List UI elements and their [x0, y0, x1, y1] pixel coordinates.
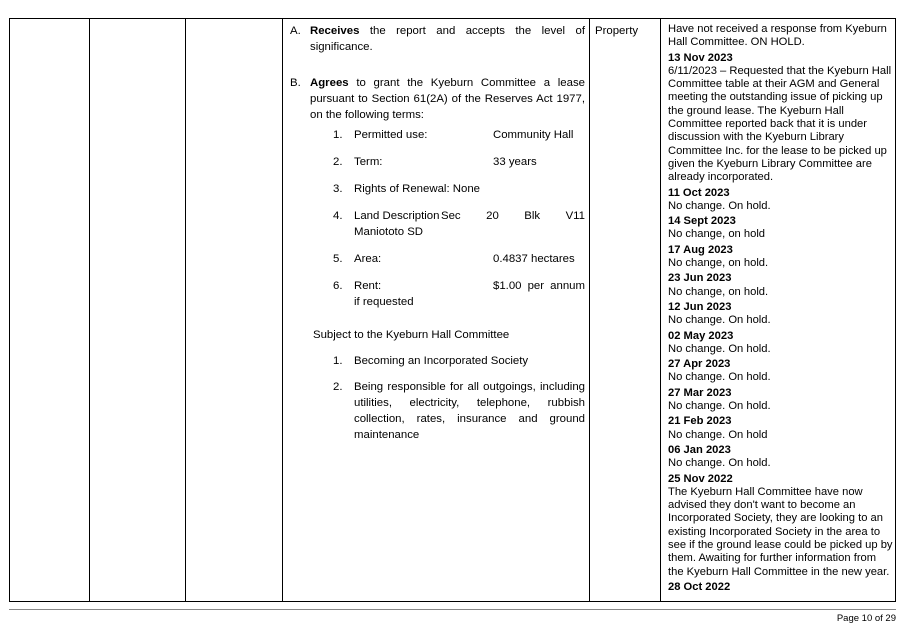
condition-text: Becoming an Incorporated Society: [354, 355, 529, 367]
status-entry-date: 02 May 2023: [668, 329, 734, 342]
term-number: 3.: [333, 183, 343, 195]
status-entry-text: No change, on hold.: [668, 285, 769, 298]
column-divider: [185, 19, 186, 601]
status-entry-text: No change. On hold.: [668, 371, 771, 384]
column-divider: [89, 19, 90, 601]
status-entry: 06 Jan 2023 No change. On hold.: [668, 444, 894, 471]
status-entry-date: 06 Jan 2023: [668, 443, 731, 456]
term-number: 6.: [333, 280, 343, 292]
status-entry-text: No change. On hold.: [668, 400, 771, 413]
status-entry: 23 Jun 2023 No change, on hold.: [668, 272, 894, 299]
status-entry-text: No change. On hold.: [668, 457, 771, 470]
term-label: Land Description: [354, 210, 440, 222]
status-entry-text: No change, on hold.: [668, 257, 769, 270]
item-b-text: Agrees to grant the Kyeburn Committee a …: [310, 75, 585, 123]
status-entry-date: 11 Oct 2023: [668, 186, 730, 199]
term-number: 1.: [333, 129, 343, 141]
term-value: Community Hall: [493, 129, 574, 141]
term-label-continued: if requested: [354, 296, 414, 308]
status-entry-text: 6/11/2023 – Requested that the Kyeburn H…: [668, 64, 892, 184]
status-entry: 12 Jun 2023 No change. On hold.: [668, 301, 894, 328]
column-divider: [589, 19, 590, 601]
footer-rule: [9, 609, 896, 610]
category-cell: Property: [595, 25, 639, 37]
condition-text: Being responsible for all outgoings, inc…: [354, 381, 585, 441]
status-entry: 27 Mar 2023 No change. On hold.: [668, 387, 894, 414]
status-entry-date: 27 Mar 2023: [668, 386, 732, 399]
status-entry-text: No change. On hold.: [668, 314, 771, 327]
status-entry-date: 23 Jun 2023: [668, 272, 732, 285]
item-a-bold: Receives: [310, 25, 360, 37]
status-entry-date: 21 Feb 2023: [668, 415, 732, 428]
column-divider: [282, 19, 283, 601]
page-number: Page 10 of 29: [836, 613, 896, 624]
status-entry-date: 25 Nov 2022: [668, 472, 733, 485]
term-number: 5.: [333, 253, 343, 265]
term-value: 0.4837 hectares: [493, 253, 575, 265]
column-divider: [660, 19, 661, 601]
item-a-tag: A.: [290, 25, 301, 37]
status-entry: 21 Feb 2023 No change. On hold: [668, 415, 894, 442]
term-number: 4.: [333, 210, 343, 222]
status-entry-date: 14 Sept 2023: [668, 215, 736, 228]
status-entry-text: No change. On hold.: [668, 199, 771, 212]
item-b-tag: B.: [290, 77, 301, 89]
status-entry: 14 Sept 2023 No change, on hold: [668, 215, 894, 242]
term-label: Term:: [354, 156, 383, 168]
status-entry-text: The Kyeburn Hall Committee have now advi…: [668, 485, 893, 578]
subject-intro: Subject to the Kyeburn Hall Committee: [313, 329, 510, 341]
status-entry: 02 May 2023 No change. On hold.: [668, 330, 894, 357]
term-label: Rent:: [354, 280, 382, 292]
status-entry-date: 17 Aug 2023: [668, 243, 733, 256]
term-value: Sec 20 Blk V11: [441, 210, 585, 222]
item-b-rest: to grant the Kyeburn Committee a lease p…: [310, 77, 585, 121]
term-label: Permitted use:: [354, 129, 428, 141]
condition-number: 1.: [333, 355, 343, 367]
status-entry: 25 Nov 2022 The Kyeburn Hall Committee ha…: [668, 473, 894, 579]
status-entry-text: No change. On hold: [668, 428, 768, 441]
term-label: Rights of Renewal: None: [354, 183, 480, 195]
status-entry-date: 27 Apr 2023: [668, 358, 731, 371]
status-entry: 28 Oct 2022: [668, 581, 894, 594]
item-a-text: Receives the report and accepts the leve…: [310, 23, 585, 55]
status-entry-text: No change. On hold.: [668, 342, 771, 355]
term-label-continued: Maniototo SD: [354, 226, 424, 238]
term-value: 33 years: [493, 156, 537, 168]
status-entry: 11 Oct 2023 No change. On hold.: [668, 187, 894, 214]
status-entry-date: 13 Nov 2023: [668, 51, 733, 64]
term-label: Area:: [354, 253, 382, 265]
status-entry: 17 Aug 2023 No change, on hold.: [668, 244, 894, 271]
condition-number: 2.: [333, 381, 343, 393]
action-table: A. Receives the report and accepts the l…: [9, 18, 896, 602]
item-b-bold: Agrees: [310, 77, 349, 89]
term-value: $1.00 per annum: [493, 280, 585, 292]
status-intro: Have not received a response from Kyebur…: [668, 23, 887, 49]
term-number: 2.: [333, 156, 343, 168]
status-entry-date: 28 Oct 2022: [668, 580, 731, 593]
status-entry-text: No change, on hold: [668, 228, 766, 241]
status-entry: 13 Nov 2023 6/11/2023 – Requested that th…: [668, 52, 894, 185]
status-log: Have not received a response from Kyebur…: [668, 23, 894, 594]
status-entry: 27 Apr 2023 No change. On hold.: [668, 358, 894, 385]
status-entry-date: 12 Jun 2023: [668, 300, 732, 313]
